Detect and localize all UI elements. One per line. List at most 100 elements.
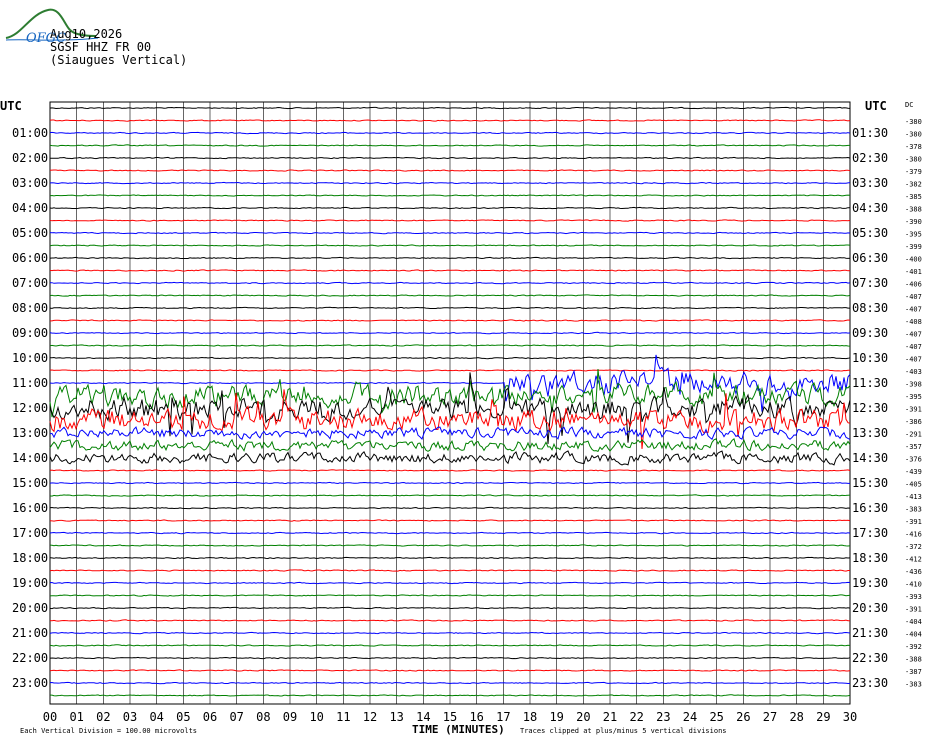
scale-note: Each Vertical Division = 100.00 microvol… <box>20 727 197 735</box>
x-tick-label: 16 <box>469 710 483 724</box>
hour-label-right: 05:30 <box>852 226 888 240</box>
hour-label-right: 02:30 <box>852 151 888 165</box>
dc-offset-label: -408 <box>905 318 922 326</box>
x-tick-label: 01 <box>69 710 83 724</box>
hour-label-left: 02:00 <box>12 151 48 165</box>
hour-label-left: 18:00 <box>12 551 48 565</box>
hour-label-left: 23:00 <box>12 676 48 690</box>
x-tick-label: 08 <box>256 710 270 724</box>
dc-offset-label: -412 <box>905 556 922 564</box>
hour-label-left: 16:00 <box>12 501 48 515</box>
trace-row <box>49 494 851 497</box>
dc-offset-label: -407 <box>905 306 922 314</box>
hour-label-right: 22:30 <box>852 651 888 665</box>
dc-offset-label: -436 <box>905 568 922 576</box>
hour-label-left: 06:00 <box>12 251 48 265</box>
x-tick-label: 07 <box>229 710 243 724</box>
dc-offset-label: -387 <box>905 668 922 676</box>
hour-label-right: 15:30 <box>852 476 888 490</box>
trace-row <box>49 519 851 522</box>
hour-label-left: 01:00 <box>12 126 48 140</box>
dc-offset-label: -391 <box>905 606 922 614</box>
x-tick-label: 05 <box>176 710 190 724</box>
hour-label-left: 15:00 <box>12 476 48 490</box>
helicorder-grid <box>49 101 851 705</box>
x-tick-label: 15 <box>443 710 457 724</box>
dc-offset-label: -395 <box>905 231 922 239</box>
x-tick-label: 25 <box>709 710 723 724</box>
x-tick-label: 02 <box>96 710 110 724</box>
x-tick-label: 29 <box>816 710 830 724</box>
dc-offset-label: -390 <box>905 218 922 226</box>
dc-offset-label: -410 <box>905 581 922 589</box>
hour-label-right: 04:30 <box>852 201 888 215</box>
x-tick-label: 23 <box>656 710 670 724</box>
trace-row <box>50 319 851 322</box>
dc-offset-label: -401 <box>905 268 922 276</box>
hour-label-right: 03:30 <box>852 176 888 190</box>
dc-offset-label: -392 <box>905 643 922 651</box>
hour-label-left: 17:00 <box>12 526 48 540</box>
dc-offset-label: -382 <box>905 181 922 189</box>
x-tick-label: 20 <box>576 710 590 724</box>
dc-offset-label: -398 <box>905 381 922 389</box>
hour-label-left: 09:00 <box>12 326 48 340</box>
dc-label: DC <box>905 101 913 109</box>
dc-offset-label: -380 <box>905 118 922 126</box>
hour-label-left: 14:00 <box>12 451 48 465</box>
hour-label-left: 10:00 <box>12 351 48 365</box>
dc-offset-label: -386 <box>905 418 922 426</box>
dc-offset-label: -405 <box>905 481 922 489</box>
x-tick-label: 28 <box>789 710 803 724</box>
hour-label-right: 16:30 <box>852 501 888 515</box>
hour-label-left: 07:00 <box>12 276 48 290</box>
dc-offset-label: -383 <box>905 681 922 689</box>
trace-row <box>49 669 851 672</box>
dc-offset-label: -376 <box>905 456 922 464</box>
hour-label-right: 17:30 <box>852 526 888 540</box>
hour-label-left: 08:00 <box>12 301 48 315</box>
x-tick-label: 13 <box>389 710 403 724</box>
x-tick-label: 10 <box>309 710 323 724</box>
dc-offset-label: -391 <box>905 406 922 414</box>
hour-label-right: 12:30 <box>852 401 888 415</box>
hour-label-left: 12:00 <box>12 401 48 415</box>
clip-note: Traces clipped at plus/minus 5 vertical … <box>520 727 727 735</box>
x-tick-label: 30 <box>843 710 857 724</box>
x-tick-label: 11 <box>336 710 350 724</box>
trace-row <box>50 694 851 697</box>
dc-offset-label: -379 <box>905 168 922 176</box>
x-tick-label: 27 <box>763 710 777 724</box>
hour-label-right: 01:30 <box>852 126 888 140</box>
dc-offset-label: -399 <box>905 243 922 251</box>
x-tick-label: 12 <box>363 710 377 724</box>
hour-label-right: 14:30 <box>852 451 888 465</box>
hour-label-left: 22:00 <box>12 651 48 665</box>
x-tick-label: 22 <box>629 710 643 724</box>
dc-offset-label: -357 <box>905 443 922 451</box>
hour-label-left: 05:00 <box>12 226 48 240</box>
dc-offset-label: -407 <box>905 293 922 301</box>
dc-offset-label: -378 <box>905 143 922 151</box>
dc-offset-label: -403 <box>905 368 922 376</box>
x-tick-label: 17 <box>496 710 510 724</box>
x-axis-label: TIME (MINUTES) <box>412 723 505 736</box>
hour-label-left: 20:00 <box>12 601 48 615</box>
x-tick-label: 03 <box>123 710 137 724</box>
hour-label-right: 10:30 <box>852 351 888 365</box>
dc-offset-label: -416 <box>905 531 922 539</box>
dc-offset-label: -413 <box>905 493 922 501</box>
hour-label-right: 21:30 <box>852 626 888 640</box>
hour-label-left: 03:00 <box>12 176 48 190</box>
trace-row <box>49 219 851 222</box>
dc-offset-label: -380 <box>905 156 922 164</box>
hour-label-right: 13:30 <box>852 426 888 440</box>
x-tick-label: 24 <box>683 710 697 724</box>
trace-row <box>49 306 850 310</box>
dc-offset-label: -380 <box>905 131 922 139</box>
hour-label-right: 11:30 <box>852 376 888 390</box>
dc-offset-label: -404 <box>905 631 922 639</box>
dc-offset-label: -388 <box>905 206 922 214</box>
x-tick-label: 09 <box>283 710 297 724</box>
hour-label-left: 21:00 <box>12 626 48 640</box>
